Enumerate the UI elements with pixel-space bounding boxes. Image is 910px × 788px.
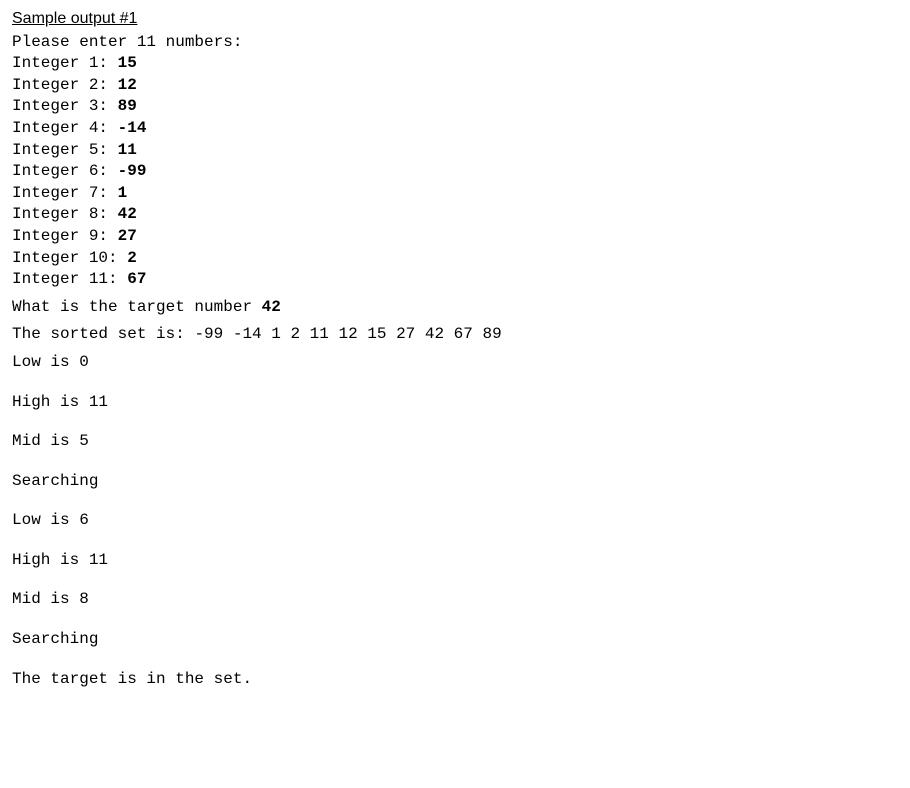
integer-entry: Integer 3: 89	[12, 96, 898, 118]
search-step: Mid is 5	[12, 431, 898, 453]
entry-value: 2	[127, 249, 137, 267]
integer-entry: Integer 6: -99	[12, 161, 898, 183]
search-step: High is 11	[12, 392, 898, 414]
search-step: Searching	[12, 629, 898, 651]
entry-value: 27	[118, 227, 137, 245]
sorted-line: The sorted set is: -99 -14 1 2 11 12 15 …	[12, 324, 898, 346]
entry-value: -14	[118, 119, 147, 137]
search-step: Mid is 8	[12, 589, 898, 611]
entry-label: Integer 6:	[12, 162, 118, 180]
integer-entry: Integer 9: 27	[12, 226, 898, 248]
sorted-values: -99 -14 1 2 11 12 15 27 42 67 89	[194, 325, 501, 343]
entry-value: 89	[118, 97, 137, 115]
entry-label: Integer 1:	[12, 54, 118, 72]
entry-value: -99	[118, 162, 147, 180]
search-step: High is 11	[12, 550, 898, 572]
entry-value: 12	[118, 76, 137, 94]
entry-value: 67	[127, 270, 146, 288]
entry-label: Integer 4:	[12, 119, 118, 137]
entry-label: Integer 11:	[12, 270, 127, 288]
search-step: Low is 0	[12, 352, 898, 374]
target-value: 42	[262, 298, 281, 316]
entry-label: Integer 2:	[12, 76, 118, 94]
entry-label: Integer 9:	[12, 227, 118, 245]
search-result: The target is in the set.	[12, 669, 898, 691]
entry-value: 42	[118, 205, 137, 223]
heading-sample-output: Sample output #1	[12, 8, 898, 30]
integer-entry: Integer 4: -14	[12, 118, 898, 140]
entry-label: Integer 5:	[12, 141, 118, 159]
integer-entry: Integer 5: 11	[12, 140, 898, 162]
prompt-line: Please enter 11 numbers:	[12, 32, 898, 54]
entry-label: Integer 8:	[12, 205, 118, 223]
target-line: What is the target number 42	[12, 297, 898, 319]
entry-label: Integer 3:	[12, 97, 118, 115]
target-prompt: What is the target number	[12, 298, 262, 316]
search-step: Searching	[12, 471, 898, 493]
integer-entry: Integer 11: 67	[12, 269, 898, 291]
entry-label: Integer 7:	[12, 184, 118, 202]
integer-entry: Integer 10: 2	[12, 248, 898, 270]
entry-value: 1	[118, 184, 128, 202]
integer-entry: Integer 8: 42	[12, 204, 898, 226]
entry-label: Integer 10:	[12, 249, 127, 267]
integer-entry: Integer 2: 12	[12, 75, 898, 97]
integer-entry: Integer 7: 1	[12, 183, 898, 205]
integer-entry: Integer 1: 15	[12, 53, 898, 75]
sorted-label: The sorted set is:	[12, 325, 194, 343]
entry-value: 11	[118, 141, 137, 159]
entry-value: 15	[118, 54, 137, 72]
search-step: Low is 6	[12, 510, 898, 532]
